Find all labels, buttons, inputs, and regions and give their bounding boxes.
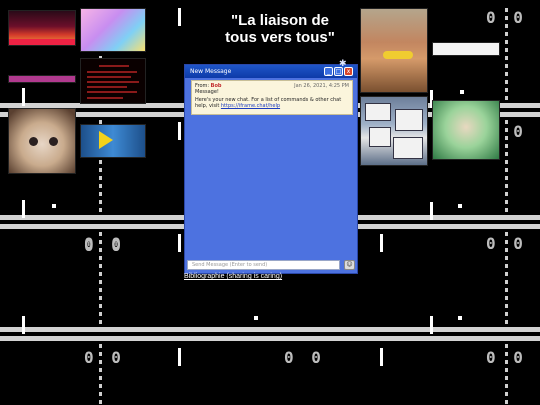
- minimize-button[interactable]: _: [324, 67, 333, 76]
- chat-window[interactable]: New Message _ □ x ✱ From: Bob Jan 26, 20…: [184, 59, 358, 274]
- bibliography-link[interactable]: Bibliographie (sharing is caring): [184, 273, 282, 280]
- page-title-line1: "La liaison de: [231, 12, 329, 29]
- page-title: "La liaison de tous vers tous": [205, 12, 355, 46]
- smiley-icon[interactable]: ☺: [344, 260, 355, 270]
- red-text-image[interactable]: [80, 58, 146, 104]
- pony-image[interactable]: [80, 8, 146, 52]
- score-display: 0 0: [486, 348, 527, 367]
- score-display: 0 0: [284, 348, 325, 367]
- message-input[interactable]: Send Message (Enter to send): [187, 260, 340, 270]
- message-date: Jan 26, 2021, 4:25 PM: [294, 83, 349, 89]
- pong-tile: 0 0 0 0 0 0: [0, 336, 540, 405]
- chat-titlebar[interactable]: New Message _ □ x: [185, 65, 357, 78]
- help-link[interactable]: https://iframe.chat/help: [221, 103, 280, 109]
- chat-window-title: New Message: [190, 68, 232, 75]
- score-display: 0 0: [486, 234, 527, 253]
- logo-image[interactable]: [80, 124, 146, 158]
- cat-image[interactable]: [8, 108, 76, 174]
- gear-icon[interactable]: ✱: [339, 59, 347, 69]
- message-subject: Message!: [195, 89, 219, 95]
- page-title-line2: tous vers tous": [225, 29, 335, 46]
- white-banner-image[interactable]: [432, 42, 500, 56]
- banner-image[interactable]: [8, 75, 76, 83]
- score-display: 0 0: [486, 8, 527, 27]
- man-with-corn-image[interactable]: [360, 8, 428, 93]
- anime-girl-image[interactable]: [432, 100, 500, 160]
- desktop-collage-image[interactable]: [360, 96, 428, 166]
- chat-message: From: Bob Jan 26, 2021, 4:25 PM Message!…: [191, 80, 353, 115]
- score-display: 0 0: [84, 348, 125, 367]
- concert-image[interactable]: [8, 10, 76, 46]
- score-display: 0 0: [84, 236, 125, 255]
